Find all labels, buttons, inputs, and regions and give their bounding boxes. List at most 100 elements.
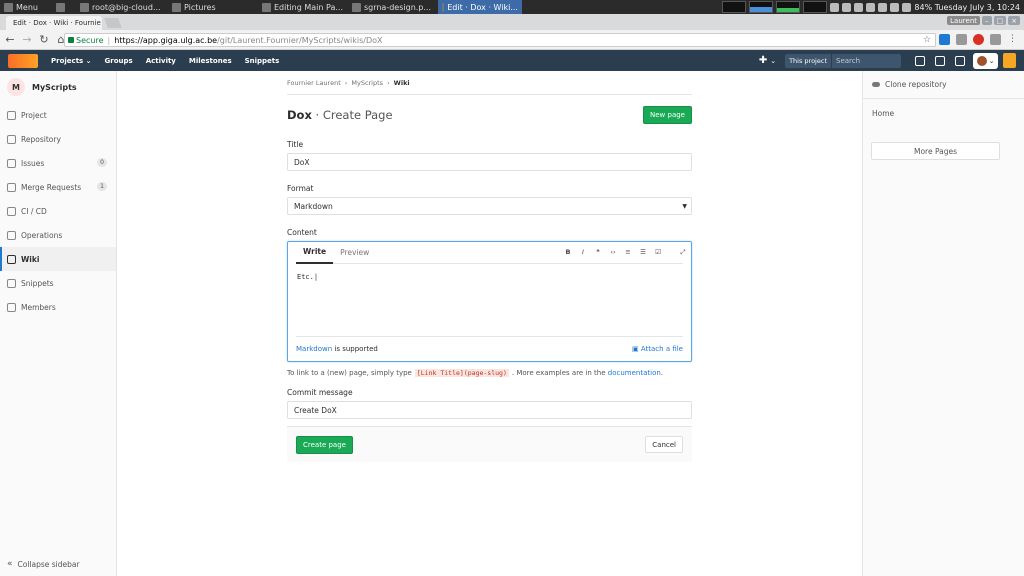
editor-toolbar: B I ❝ ‹› ≡ ☰ ☑ ⤢ bbox=[564, 248, 687, 257]
search-input[interactable]: Search bbox=[831, 53, 901, 68]
taskbar-window-sgrna[interactable]: sgrna-design.p... bbox=[348, 0, 438, 14]
merge-requests-nav-icon[interactable] bbox=[935, 55, 945, 66]
sidebar-item-wiki[interactable]: Wiki bbox=[0, 247, 116, 271]
content-editor[interactable]: Write Preview B I ❝ ‹› ≡ ☰ ☑ ⤢ Etc.| Mar… bbox=[287, 241, 692, 362]
browser-tab-strip: Edit · Dox · Wiki · Fournie × bbox=[0, 14, 1024, 30]
plus-icon[interactable]: ✚ bbox=[759, 55, 767, 66]
taskbar-window-edit-dox[interactable]: Edit · Dox · Wiki... bbox=[437, 0, 522, 14]
minimize-icon[interactable]: – bbox=[982, 16, 992, 25]
format-label: Format bbox=[287, 184, 314, 193]
sidebar-item-project[interactable]: Project bbox=[0, 103, 116, 127]
nav-activity[interactable]: Activity bbox=[146, 57, 176, 65]
project-header[interactable]: M MyScripts bbox=[0, 71, 116, 103]
fullscreen-icon[interactable]: ⤢ bbox=[679, 248, 687, 257]
gitlab-logo[interactable] bbox=[8, 53, 38, 68]
sidebar-item-issues[interactable]: Issues 0 bbox=[0, 151, 116, 175]
tab-write[interactable]: Write bbox=[296, 242, 334, 264]
code-icon[interactable]: ‹› bbox=[609, 248, 617, 257]
chevron-down-icon[interactable]: ⌄ bbox=[770, 57, 776, 65]
breadcrumb-owner[interactable]: Fournier Laurent bbox=[287, 79, 341, 87]
quote-icon[interactable]: ❝ bbox=[594, 248, 602, 257]
cloud-icon bbox=[872, 82, 880, 87]
clone-repository-link[interactable]: Clone repository bbox=[863, 71, 1024, 99]
mail-icon[interactable] bbox=[866, 2, 876, 12]
user-menu-button[interactable]: ⌄ bbox=[973, 52, 998, 69]
nav-milestones[interactable]: Milestones bbox=[189, 57, 232, 65]
bullet-list-icon[interactable]: ≡ bbox=[624, 248, 632, 257]
secure-indicator[interactable]: Secure bbox=[68, 36, 104, 45]
editor-footer: Markdown is supported ▣ Attach a file bbox=[296, 336, 683, 361]
battery-icon[interactable] bbox=[902, 2, 912, 12]
sidebar-item-operations[interactable]: Operations bbox=[0, 223, 116, 247]
download-extension-icon[interactable] bbox=[956, 34, 967, 45]
cloud-icon bbox=[7, 230, 16, 240]
markdown-link[interactable]: Markdown bbox=[296, 345, 332, 353]
cancel-button[interactable]: Cancel bbox=[645, 436, 683, 453]
back-icon[interactable]: ← bbox=[3, 33, 17, 47]
attach-file-button[interactable]: ▣ Attach a file bbox=[632, 345, 683, 353]
numbered-list-icon[interactable]: ☰ bbox=[639, 248, 647, 257]
commit-message-label: Commit message bbox=[287, 388, 353, 397]
italic-icon[interactable]: I bbox=[579, 248, 587, 257]
close-window-icon[interactable]: × bbox=[1008, 16, 1020, 25]
attach-icon: ▣ bbox=[632, 345, 641, 353]
todos-nav-icon[interactable] bbox=[955, 55, 965, 66]
navbar-right: ✚ ⌄ This project Search ⌄ bbox=[759, 50, 1024, 71]
bookmark-star-icon[interactable]: ☆ bbox=[923, 35, 931, 45]
menu-button[interactable]: Menu bbox=[0, 0, 42, 14]
nav-projects[interactable]: Projects ⌄ bbox=[51, 57, 92, 65]
search-scope[interactable]: This project bbox=[785, 53, 831, 68]
content-textarea[interactable]: Etc.| bbox=[297, 273, 318, 281]
bold-icon[interactable]: B bbox=[564, 248, 572, 257]
volume-icon[interactable] bbox=[890, 2, 900, 12]
link-syntax-code: [Link Title](page-slug) bbox=[414, 369, 509, 377]
maximize-icon[interactable]: □ bbox=[993, 16, 1007, 25]
bluetooth-icon[interactable] bbox=[842, 2, 852, 12]
documentation-link[interactable]: documentation bbox=[608, 369, 661, 377]
sidebar-item-members[interactable]: Members bbox=[0, 295, 116, 319]
breadcrumb-project[interactable]: MyScripts bbox=[351, 79, 383, 87]
forward-icon[interactable]: → bbox=[20, 33, 34, 47]
format-select[interactable]: Markdown ▼ bbox=[287, 197, 692, 215]
new-tab-button[interactable] bbox=[104, 18, 122, 28]
browser-icon bbox=[441, 2, 445, 12]
collapse-sidebar-button[interactable]: «Collapse sidebar bbox=[7, 559, 80, 569]
reload-icon[interactable]: ↻ bbox=[37, 33, 51, 47]
form-actions: Create page Cancel bbox=[287, 426, 692, 462]
shield-icon[interactable] bbox=[830, 2, 840, 12]
record-extension-icon[interactable] bbox=[973, 34, 984, 45]
sidebar-item-merge-requests[interactable]: Merge Requests 1 bbox=[0, 175, 116, 199]
breadcrumb-wiki[interactable]: Wiki bbox=[394, 79, 410, 87]
url-input[interactable]: Secure | https://app.giga.ulg.ac.be/git/… bbox=[64, 33, 936, 47]
commit-message-input[interactable]: Create DoX bbox=[287, 401, 692, 419]
title-input[interactable]: DoX bbox=[287, 153, 692, 171]
new-page-button[interactable]: New page bbox=[643, 106, 692, 124]
mail-extension-icon[interactable] bbox=[939, 34, 950, 45]
taskbar-window-pictures[interactable]: Pictures bbox=[168, 0, 258, 14]
nav-snippets[interactable]: Snippets bbox=[245, 57, 280, 65]
project-avatar: M bbox=[7, 78, 25, 96]
notification-icon[interactable] bbox=[1003, 53, 1016, 68]
create-page-button[interactable]: Create page bbox=[296, 435, 353, 454]
issues-nav-icon[interactable] bbox=[915, 55, 925, 66]
s-extension-icon[interactable] bbox=[990, 34, 1001, 45]
sidebar-item-snippets[interactable]: Snippets bbox=[0, 271, 116, 295]
taskbar-window-terminal[interactable]: root@big-cloud... bbox=[76, 0, 168, 14]
tab-preview[interactable]: Preview bbox=[333, 242, 376, 264]
project-name: MyScripts bbox=[32, 82, 77, 92]
more-pages-button[interactable]: More Pages bbox=[871, 142, 1000, 160]
chat-icon[interactable] bbox=[854, 2, 864, 12]
browser-tab[interactable]: Edit · Dox · Wiki · Fournie × bbox=[6, 16, 102, 30]
profile-button[interactable]: Laurent bbox=[947, 16, 980, 25]
clock-status[interactable]: 84% Tuesday July 3, 10:24 bbox=[914, 3, 1020, 12]
task-list-icon[interactable]: ☑ bbox=[654, 248, 662, 257]
network-icon[interactable] bbox=[878, 2, 888, 12]
nav-groups[interactable]: Groups bbox=[105, 57, 133, 65]
browser-menu-icon[interactable]: ⋮ bbox=[1007, 34, 1018, 45]
sidebar-item-repository[interactable]: Repository bbox=[0, 127, 116, 151]
select-caret-icon: ▼ bbox=[682, 202, 687, 210]
taskbar-window-editing[interactable]: Editing Main Pa... bbox=[258, 0, 348, 14]
wiki-home-link[interactable]: Home bbox=[863, 99, 1024, 128]
sidebar-item-ci-cd[interactable]: CI / CD bbox=[0, 199, 116, 223]
show-desktop-button[interactable] bbox=[52, 0, 76, 14]
